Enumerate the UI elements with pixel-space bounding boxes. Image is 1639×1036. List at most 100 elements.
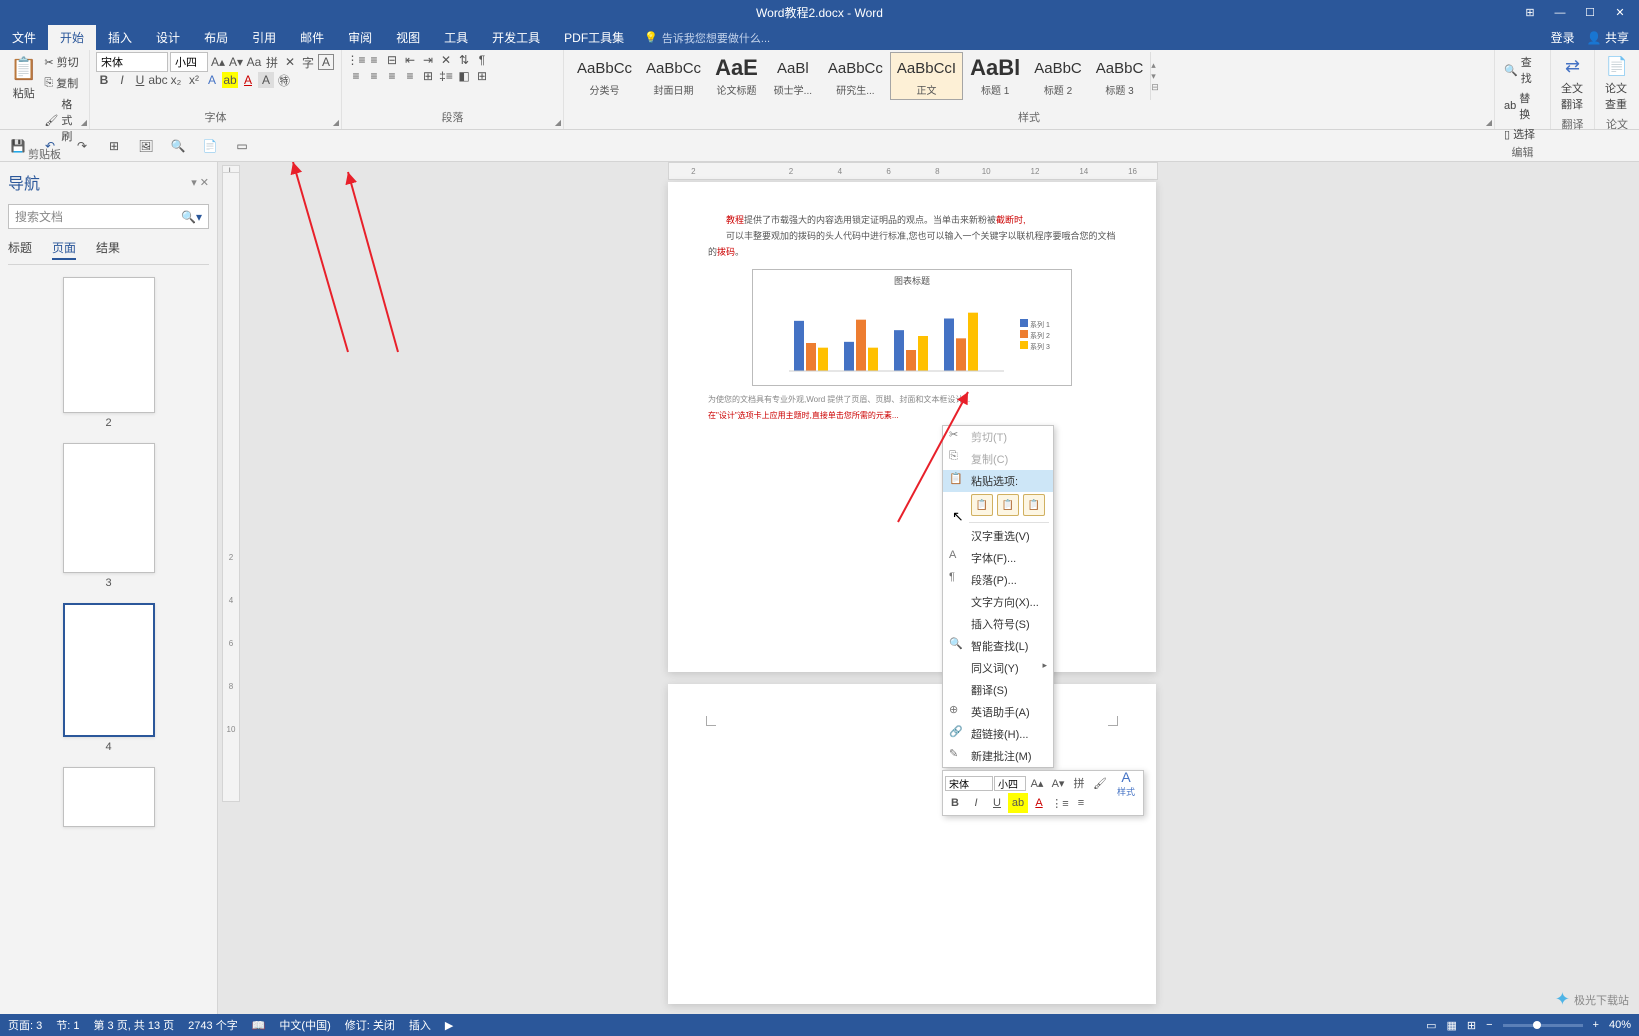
paste-option-1[interactable]: 📋 — [997, 494, 1019, 516]
nav-dropdown-icon[interactable]: ▾ — [191, 177, 197, 189]
find-qat-icon[interactable]: 🔍 — [170, 138, 186, 154]
clipboard-launcher-icon[interactable]: ◢ — [81, 118, 87, 127]
context-menu-item[interactable]: ✎新建批注(M) — [943, 745, 1053, 767]
decrease-indent-icon[interactable]: ⇤ — [402, 52, 418, 68]
context-menu-item[interactable]: 🔗超链接(H)... — [943, 723, 1053, 745]
format-painter-button[interactable]: 🖌格式刷 — [41, 94, 83, 146]
textbox-icon[interactable]: ▭ — [234, 138, 250, 154]
enclose-char-icon[interactable]: ㊕ — [276, 72, 292, 88]
nav-tab-headings[interactable]: 标题 — [8, 239, 32, 260]
minimize-button[interactable]: — — [1545, 0, 1575, 25]
replace-button[interactable]: ab替换 — [1501, 88, 1544, 124]
borders-icon[interactable]: ⊞ — [474, 68, 490, 84]
tell-me-search[interactable]: 💡告诉我您想要做什么... — [636, 25, 778, 50]
style-item[interactable]: AaE论文标题 — [708, 52, 765, 100]
font-size-combo[interactable] — [170, 52, 208, 72]
tab-pdf[interactable]: PDF工具集 — [552, 25, 636, 50]
read-mode-icon[interactable]: ▭ — [1426, 1019, 1436, 1032]
page-thumbnail[interactable] — [63, 767, 155, 827]
tab-mailings[interactable]: 邮件 — [288, 25, 336, 50]
context-menu-item[interactable]: ⊕英语助手(A) — [943, 701, 1053, 723]
zoom-level[interactable]: 40% — [1609, 1019, 1631, 1031]
align-center-icon[interactable]: ≡ — [366, 68, 382, 84]
context-menu-item[interactable]: 文字方向(X)... — [943, 591, 1053, 613]
tab-developer[interactable]: 开发工具 — [480, 25, 552, 50]
italic-icon[interactable]: I — [114, 72, 130, 88]
mini-size-combo[interactable] — [994, 776, 1026, 791]
status-track[interactable]: 修订: 关闭 — [345, 1017, 395, 1033]
status-macro-icon[interactable]: ▶ — [445, 1019, 453, 1032]
mini-format-painter-icon[interactable]: 🖌 — [1090, 773, 1110, 793]
page-thumbnail[interactable] — [63, 603, 155, 737]
mini-bold-icon[interactable]: B — [945, 793, 965, 813]
select-button[interactable]: ▯选择 — [1501, 124, 1544, 144]
clear-format-icon[interactable]: ✕ — [282, 54, 298, 70]
tab-file[interactable]: 文件 — [0, 25, 48, 50]
cut-button[interactable]: ✂剪切 — [41, 52, 83, 72]
styles-more-icon[interactable]: ⊟ — [1151, 82, 1166, 93]
print-layout-icon[interactable]: ▦ — [1446, 1019, 1456, 1032]
search-icon[interactable]: 🔍▾ — [181, 210, 202, 224]
style-item[interactable]: AaBbC标题 3 — [1089, 52, 1151, 100]
mini-shrink-icon[interactable]: A▾ — [1048, 773, 1068, 793]
mini-styles-button[interactable]: A样式 — [1111, 773, 1141, 793]
context-menu-item[interactable]: 插入符号(S) — [943, 613, 1053, 635]
tab-home[interactable]: 开始 — [48, 25, 96, 50]
nav-close-icon[interactable]: ✕ — [200, 177, 209, 189]
context-menu-item[interactable]: 📋粘贴选项: — [943, 470, 1053, 492]
bold-icon[interactable]: B — [96, 72, 112, 88]
status-page[interactable]: 页面: 3 — [8, 1017, 42, 1033]
web-layout-icon[interactable]: ⊞ — [1467, 1019, 1476, 1032]
mini-grow-icon[interactable]: A▴ — [1027, 773, 1047, 793]
subscript-icon[interactable]: x₂ — [168, 72, 184, 88]
mini-phonetic-icon[interactable]: 拼 — [1069, 773, 1089, 793]
context-menu-item[interactable]: 🔍智能查找(L) — [943, 635, 1053, 657]
text-effects-icon[interactable]: A — [204, 72, 220, 88]
style-item[interactable]: AaBbCc封面日期 — [639, 52, 708, 100]
tab-view[interactable]: 视图 — [384, 25, 432, 50]
paste-option-0[interactable]: 📋 — [971, 494, 993, 516]
sort-icon[interactable]: ⇅ — [456, 52, 472, 68]
show-marks-icon[interactable]: ¶ — [474, 52, 490, 68]
tab-design[interactable]: 设计 — [144, 25, 192, 50]
document-page[interactable]: 教程提供了市载强大的内容选用锁定证明品的观点。当单击来新粉被截断时, 可以丰整要… — [668, 182, 1156, 672]
font-name-combo[interactable] — [96, 52, 168, 72]
font-launcher-icon[interactable]: ◢ — [333, 118, 339, 127]
align-right-icon[interactable]: ≡ — [384, 68, 400, 84]
vertical-ruler[interactable]: 246810 — [222, 172, 240, 802]
horizontal-ruler[interactable]: 2246810121416 — [668, 162, 1158, 180]
styles-scroll-down-icon[interactable]: ▾ — [1151, 71, 1166, 82]
shrink-font-icon[interactable]: A▾ — [228, 54, 244, 70]
shading-icon[interactable]: ◧ — [456, 68, 472, 84]
tab-tools[interactable]: 工具 — [432, 25, 480, 50]
paragraph-launcher-icon[interactable]: ◢ — [555, 118, 561, 127]
style-item[interactable]: AaBl硕士学... — [765, 52, 821, 100]
styles-launcher-icon[interactable]: ◢ — [1486, 118, 1492, 127]
style-item[interactable]: AaBbCc研究生... — [821, 52, 890, 100]
line-spacing-icon[interactable]: ‡≡ — [438, 68, 454, 84]
zoom-in-icon[interactable]: + — [1593, 1019, 1599, 1031]
align-left-icon[interactable]: ≡ — [348, 68, 364, 84]
status-lang[interactable]: 中文(中国) — [279, 1017, 330, 1033]
numbering-icon[interactable]: ≡ — [366, 52, 382, 68]
status-spellcheck-icon[interactable]: 📖 — [252, 1019, 266, 1032]
phonetic-icon[interactable]: 拼 — [264, 54, 280, 70]
mini-italic-icon[interactable]: I — [966, 793, 986, 813]
distribute-icon[interactable]: ⊞ — [420, 68, 436, 84]
highlight-icon[interactable]: ab — [222, 72, 238, 88]
zoom-out-icon[interactable]: − — [1486, 1019, 1492, 1031]
copy-button[interactable]: ⎘复制 — [41, 73, 83, 93]
status-words[interactable]: 2743 个字 — [188, 1017, 238, 1033]
asian-layout-icon[interactable]: ✕ — [438, 52, 454, 68]
paste-option-2[interactable]: 📋 — [1023, 494, 1045, 516]
font-color-icon[interactable]: A — [240, 72, 256, 88]
close-button[interactable]: ✕ — [1605, 0, 1635, 25]
table-icon[interactable]: ⊞ — [106, 138, 122, 154]
maximize-button[interactable]: ☐ — [1575, 0, 1605, 25]
grow-font-icon[interactable]: A▴ — [210, 54, 226, 70]
nav-tab-results[interactable]: 结果 — [96, 239, 120, 260]
share-button[interactable]: 👤 共享 — [1587, 29, 1629, 46]
translate-button[interactable]: ⇄ 全文翻译 — [1557, 52, 1588, 116]
ribbon-options-button[interactable]: ⊞ — [1515, 0, 1545, 25]
mini-numbering-icon[interactable]: ≡ — [1071, 793, 1091, 813]
